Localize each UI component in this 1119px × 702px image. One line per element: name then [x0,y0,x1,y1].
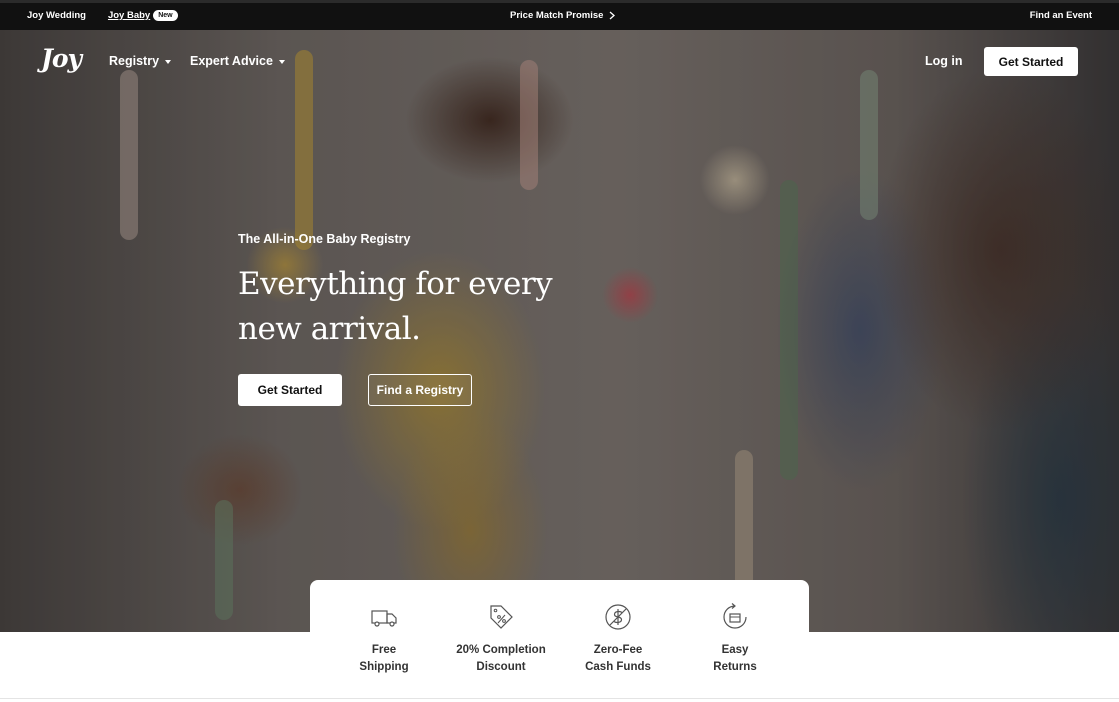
registry-menu[interactable]: Registry [109,54,172,68]
brand-switcher: Joy Wedding Joy Baby New [27,10,178,21]
expert-advice-menu[interactable]: Expert Advice [190,54,285,68]
expert-advice-menu-label: Expert Advice [190,54,273,68]
no-fee-dollar-icon [605,604,631,630]
chevron-down-icon [165,59,172,64]
decorative-tassel [780,180,798,480]
top-utility-bar: Joy Wedding Joy Baby New Price Match Prom… [0,0,1119,30]
registry-menu-label: Registry [109,54,160,68]
chevron-down-icon [278,59,285,64]
find-a-registry-button[interactable]: Find a Registry [368,374,472,406]
find-an-event-link[interactable]: Find an Event [1030,10,1092,21]
feature-label: Free Shipping [359,644,409,673]
discount-tag-icon [490,605,513,629]
feature-completion-discount: 20% Completion Discount [446,602,556,676]
return-box-icon [723,603,747,629]
feature-label: Easy Returns [713,644,757,673]
hero-get-started-button[interactable]: Get Started [238,374,342,406]
joy-logo[interactable]: Joy [41,44,82,73]
section-divider [0,698,1119,699]
decorative-tassel [120,70,138,240]
main-nav: Joy Registry Expert Advice Log in Get St… [0,30,1119,94]
feature-zero-fee-cash-funds: Zero-Fee Cash Funds [563,602,673,676]
feature-label: Zero-Fee Cash Funds [585,644,651,673]
login-link[interactable]: Log in [925,54,963,68]
features-card: Free Shipping 20% Completion Discount Ze… [310,580,809,684]
joy-wedding-link[interactable]: Joy Wedding [27,10,86,21]
feature-label: 20% Completion Discount [456,644,546,673]
truck-icon [371,610,397,627]
price-match-promo-link[interactable]: Price Match Promise [510,10,616,21]
decorative-tassel [735,450,753,590]
nav-get-started-button[interactable]: Get Started [984,47,1078,76]
new-badge: New [153,10,178,21]
decorative-tassel [215,500,233,620]
joy-baby-label: Joy Baby [107,10,151,21]
joy-baby-link[interactable]: Joy Baby New [108,10,178,21]
hero-eyebrow: The All-in-One Baby Registry [238,232,411,246]
feature-easy-returns: Easy Returns [680,602,790,676]
hero-headline: Everything for every new arrival. [238,266,553,347]
chevron-right-icon [610,11,616,20]
price-match-label: Price Match Promise [510,10,604,21]
hero-image [0,30,1119,632]
feature-free-shipping: Free Shipping [329,602,439,676]
